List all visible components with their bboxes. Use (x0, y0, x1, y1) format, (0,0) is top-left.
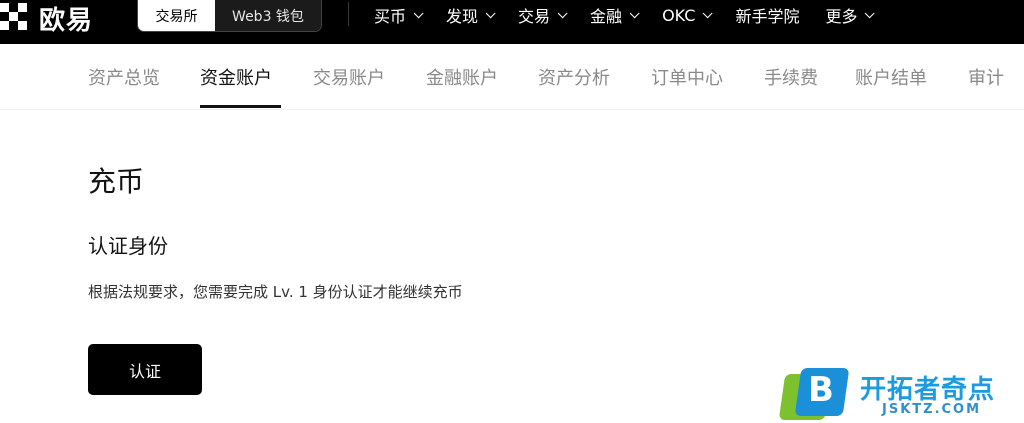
main-nav: 买币 发现 交易 金融 OKC 新手学院 更多 (374, 0, 897, 30)
nav-label: OKC (662, 5, 696, 25)
nav-okc[interactable]: OKC (662, 5, 714, 25)
subnav-account-statement[interactable]: 账户结单 (855, 64, 927, 90)
subnav-trading-account[interactable]: 交易账户 (313, 64, 385, 90)
nav-label: 新手学院 (735, 7, 800, 26)
exchange-tab[interactable]: 交易所 (138, 0, 215, 31)
header-divider (348, 2, 349, 26)
chevron-down-icon (703, 7, 714, 18)
verification-description: 根据法规要求，您需要完成 Lv. 1 身份认证才能继续充币 (88, 283, 463, 301)
verify-button[interactable]: 认证 (88, 344, 202, 395)
nav-discover[interactable]: 发现 (446, 3, 496, 27)
nav-more[interactable]: 更多 (825, 3, 876, 27)
nav-label: 买币 (374, 7, 407, 26)
subnav-asset-overview[interactable]: 资产总览 (88, 64, 160, 90)
watermark-badge-letter: B (808, 370, 834, 410)
watermark: B 开拓者奇点 JSKTZ.COM (778, 366, 1022, 422)
exchange-wallet-switch: 交易所 Web3 钱包 (137, 0, 322, 32)
watermark-url: JSKTZ.COM (882, 402, 982, 417)
watermark-logo-icon: B (778, 368, 850, 420)
chevron-down-icon (485, 7, 496, 18)
chevron-down-icon (865, 7, 876, 18)
chevron-down-icon (629, 7, 640, 18)
chevron-down-icon (557, 7, 568, 18)
subnav-finance-account[interactable]: 金融账户 (426, 64, 498, 90)
okx-logo-icon (0, 3, 33, 33)
subnav-fees[interactable]: 手续费 (764, 64, 818, 90)
section-title: 认证身份 (88, 234, 168, 258)
nav-learn[interactable]: 新手学院 (735, 3, 799, 27)
web3-wallet-tab[interactable]: Web3 钱包 (215, 0, 321, 31)
nav-finance[interactable]: 金融 (590, 3, 640, 27)
nav-buy-crypto[interactable]: 买币 (374, 3, 424, 27)
nav-label: 发现 (446, 7, 479, 26)
top-header: 欧易 交易所 Web3 钱包 买币 发现 交易 金融 OKC 新手学院 更多 (0, 0, 1024, 44)
logo-text: 欧易 (39, 5, 94, 36)
watermark-name: 开拓者奇点 (860, 375, 996, 405)
page-title: 充币 (88, 165, 145, 198)
subnav-funding-account[interactable]: 资金账户 (200, 64, 272, 90)
nav-label: 更多 (825, 7, 858, 26)
asset-subnav: 资产总览 资金账户 交易账户 金融账户 资产分析 订单中心 手续费 账户结单 审… (0, 44, 1024, 110)
active-tab-indicator (200, 105, 281, 108)
nav-label: 金融 (590, 7, 623, 26)
nav-trade[interactable]: 交易 (518, 3, 568, 27)
subnav-asset-analysis[interactable]: 资产分析 (538, 64, 610, 90)
subnav-audit[interactable]: 审计 (968, 64, 1004, 90)
chevron-down-icon (413, 7, 424, 18)
logo[interactable]: 欧易 (0, 0, 93, 36)
nav-label: 交易 (518, 7, 551, 26)
subnav-order-center[interactable]: 订单中心 (651, 64, 723, 90)
